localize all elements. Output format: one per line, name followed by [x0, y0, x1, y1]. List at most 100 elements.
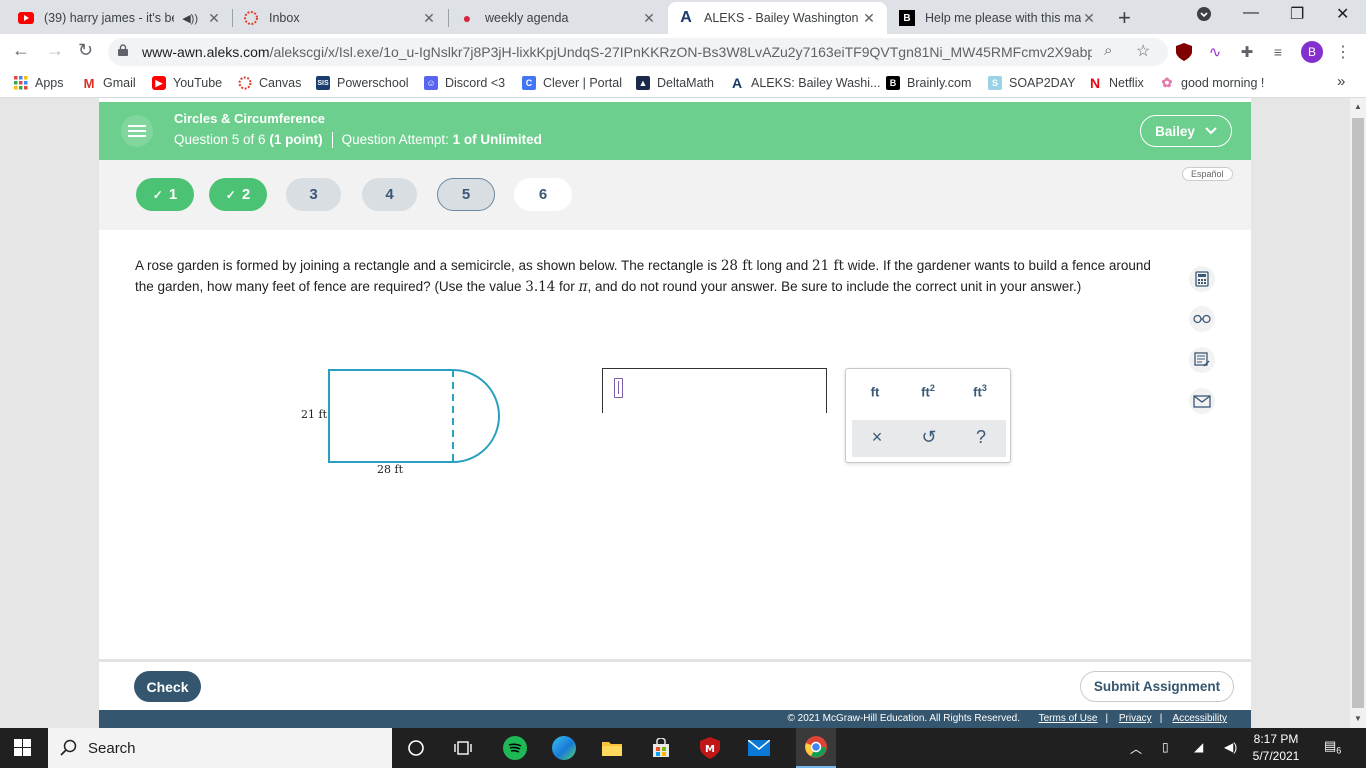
extensions-puzzle-icon[interactable]: ✚	[1237, 42, 1257, 62]
task-view-icon[interactable]	[451, 736, 475, 760]
user-menu-button[interactable]: Bailey	[1140, 115, 1232, 147]
menu-icon[interactable]	[121, 115, 153, 147]
profile-avatar[interactable]: B	[1301, 41, 1323, 63]
close-tab-icon[interactable]: ✕	[1081, 10, 1097, 27]
tab-youtube[interactable]: (39) harry james - it's bee ◀)) ✕	[8, 2, 232, 34]
reload-icon[interactable]: ↻	[78, 40, 93, 61]
search-icon	[60, 739, 77, 756]
clear-icon[interactable]: ×	[852, 427, 902, 448]
battery-icon[interactable]: ▯	[1162, 740, 1169, 754]
browser-toolbar: ← → ↻ www-awn.aleks.com/alekscgi/x/Isl.e…	[0, 34, 1366, 70]
tab-aleks[interactable]: A ALEKS - Bailey Washington - ✕	[668, 2, 887, 34]
scroll-up-icon[interactable]: ▲	[1354, 102, 1362, 111]
accessibility-link[interactable]: Accessibility	[1173, 713, 1227, 724]
netflix-icon: N	[1089, 75, 1101, 91]
question-pill-4[interactable]: 4	[362, 178, 417, 211]
terms-link[interactable]: Terms of Use	[1039, 713, 1098, 724]
unit-ft3-button[interactable]: ft3	[955, 383, 1005, 399]
bookmark-aleks[interactable]: A ALEKS: Bailey Washi...	[730, 75, 881, 91]
back-icon[interactable]: ←	[12, 40, 30, 61]
help-icon[interactable]: ?	[956, 427, 1006, 448]
browser-menu-icon[interactable]: ⋮	[1333, 42, 1353, 62]
new-tab-button[interactable]: +	[1118, 5, 1131, 31]
taskbar-clock[interactable]: 8:17 PM 5/7/2021	[1246, 731, 1306, 765]
bookmark-deltamath[interactable]: ▲ DeltaMath	[636, 76, 714, 90]
edge-icon[interactable]	[552, 736, 576, 760]
youtube-icon: ▶	[152, 76, 166, 90]
scroll-down-icon[interactable]: ▼	[1354, 714, 1362, 723]
bookmark-youtube[interactable]: ▶ YouTube	[152, 76, 222, 90]
tab-search-icon[interactable]	[1196, 6, 1212, 27]
unit-ft-button[interactable]: ft	[850, 383, 900, 399]
privacy-link[interactable]: Privacy	[1119, 713, 1152, 724]
tray-chevron-icon[interactable]: ︿	[1130, 740, 1142, 757]
close-tab-icon[interactable]: ✕	[206, 10, 222, 27]
apps-grid-icon	[14, 76, 28, 90]
question-pill-3[interactable]: 3	[286, 178, 341, 211]
spotify-icon[interactable]	[503, 736, 527, 760]
volume-icon[interactable]: ◀)	[1224, 740, 1237, 754]
question-pill-6[interactable]: 6	[514, 178, 572, 211]
bookmark-brainly[interactable]: B Brainly.com	[886, 76, 971, 90]
close-window-icon[interactable]: ✕	[1336, 4, 1349, 24]
ublock-icon[interactable]	[1174, 42, 1194, 62]
more-bookmarks-icon[interactable]: »	[1337, 73, 1345, 90]
espanol-toggle[interactable]: Español	[1182, 167, 1233, 181]
question-pill-5[interactable]: 5	[437, 178, 495, 211]
tab-inbox[interactable]: Inbox ✕	[233, 2, 447, 34]
bookmark-soap2day[interactable]: S SOAP2DAY	[988, 76, 1075, 90]
tab-weekly-agenda[interactable]: ● weekly agenda ✕	[449, 2, 667, 34]
store-icon[interactable]	[649, 736, 673, 760]
bookmark-apps[interactable]: Apps	[14, 76, 64, 90]
windows-start-icon[interactable]	[14, 739, 32, 757]
submit-assignment-button[interactable]: Submit Assignment	[1080, 671, 1234, 702]
undo-icon[interactable]: ↺	[904, 427, 954, 448]
bookmark-netflix[interactable]: N Netflix	[1088, 75, 1144, 91]
unit-ft2-button[interactable]: ft2	[903, 383, 953, 399]
chrome-taskbar-icon[interactable]	[796, 728, 836, 768]
brainly-icon: B	[899, 10, 915, 26]
taskbar-search-box[interactable]: Search	[48, 728, 392, 768]
notifications-icon[interactable]: ▤6	[1324, 738, 1341, 756]
minimize-icon[interactable]: —	[1243, 4, 1259, 22]
forward-icon[interactable]: →	[46, 40, 64, 61]
cortana-icon[interactable]	[404, 736, 428, 760]
browser-tab-bar: (39) harry james - it's bee ◀)) ✕ Inbox …	[0, 0, 1366, 34]
audio-wave-extension-icon[interactable]: ∿	[1205, 42, 1225, 62]
answer-input[interactable]	[602, 368, 827, 413]
bookmark-gmail[interactable]: M Gmail	[82, 75, 136, 91]
close-tab-icon[interactable]: ✕	[421, 10, 437, 27]
scrollbar-thumb[interactable]	[1352, 118, 1364, 708]
question-pill-1[interactable]: ✓ 1	[136, 178, 194, 211]
tab-brainly[interactable]: B Help me please with this mat ✕	[889, 2, 1107, 34]
gmail-icon: M	[83, 75, 95, 91]
close-tab-icon[interactable]: ✕	[861, 10, 877, 27]
bookmark-clever[interactable]: C Clever | Portal	[522, 76, 622, 90]
mail-app-icon[interactable]	[747, 736, 771, 760]
glasses-icon[interactable]	[1189, 306, 1215, 332]
page-scrollbar[interactable]: ▲ ▼	[1350, 98, 1366, 728]
bookmark-discord[interactable]: ☺ Discord <3	[424, 76, 505, 90]
problem-statement: A rose garden is formed by joining a rec…	[135, 258, 1151, 295]
mcafee-icon[interactable]: M	[698, 736, 722, 760]
check-button[interactable]: Check	[134, 671, 201, 702]
address-bar[interactable]: www-awn.aleks.com/alekscgi/x/Isl.exe/1o_…	[108, 38, 1168, 66]
wifi-icon[interactable]: ◢	[1194, 740, 1203, 754]
mail-icon[interactable]	[1189, 388, 1215, 414]
bookmark-canvas[interactable]: Canvas	[238, 76, 301, 90]
close-tab-icon[interactable]: ✕	[641, 10, 657, 27]
clock-date: 5/7/2021	[1252, 749, 1300, 763]
copyright-text: © 2021 McGraw-Hill Education. All Rights…	[787, 713, 1020, 724]
zoom-search-icon[interactable]: ⌕	[1104, 42, 1112, 59]
bookmark-powerschool[interactable]: SIS Powerschool	[316, 76, 409, 90]
bookmark-star-icon[interactable]: ☆	[1136, 41, 1150, 61]
notes-icon[interactable]	[1189, 347, 1215, 373]
speaker-icon[interactable]: ◀))	[182, 12, 198, 25]
media-queue-icon[interactable]: ≡	[1268, 42, 1288, 62]
restore-icon[interactable]: ❐	[1290, 4, 1304, 24]
calculator-icon[interactable]	[1189, 266, 1215, 292]
bookmark-good-morning[interactable]: ✿ good morning !	[1160, 75, 1265, 90]
file-explorer-icon[interactable]	[600, 736, 624, 760]
question-pill-2[interactable]: ✓ 2	[209, 178, 267, 211]
windows-taskbar: Search M ︿ ▯ ◢ ◀) 8:17 PM 5/7/2021 ▤6	[0, 728, 1366, 768]
